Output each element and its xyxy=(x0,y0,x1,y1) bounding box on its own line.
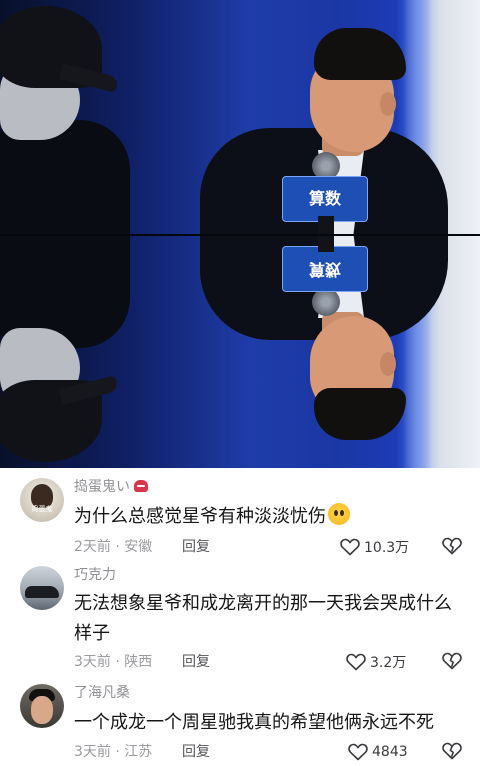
mic-flag-text: 算数 xyxy=(308,189,341,208)
avatar-caption: 捣蛋鬼 xyxy=(31,505,53,513)
dislike-heart-icon[interactable] xyxy=(442,742,462,760)
username[interactable]: 巧克力 xyxy=(74,566,116,584)
dislike-heart-icon[interactable] xyxy=(442,652,462,670)
like-count: 3.2万 xyxy=(370,655,407,671)
comment-time: 3天前 xyxy=(74,744,111,760)
like-button[interactable]: 10.3万 xyxy=(340,537,409,557)
comment-location: 安徽 xyxy=(124,539,153,555)
like-button[interactable]: 4843 xyxy=(348,742,408,762)
heart-icon xyxy=(346,653,366,671)
comment-location: 江苏 xyxy=(124,744,153,760)
reply-button[interactable]: 回复 xyxy=(182,743,210,761)
comment-meta: 3天前 · 陕西 xyxy=(74,654,153,670)
reply-button[interactable]: 回复 xyxy=(182,653,210,671)
comment-item: 巧克力 无法想象星爷和成龙离开的那一天我会哭成什么样子 3天前 · 陕西 回复 … xyxy=(0,558,480,678)
pleading-face-emoji-icon xyxy=(328,503,350,525)
comment-item: 了海凡桑 一个成龙一个周星驰我真的希望他俩永远不死 3天前 · 江苏 回复 48… xyxy=(0,678,480,766)
heart-icon xyxy=(348,743,368,761)
comment-text: 一个成龙一个周星驰我真的希望他俩永远不死 xyxy=(74,712,434,733)
car-avatar-image xyxy=(25,586,59,598)
comment-location: 陕西 xyxy=(124,654,153,670)
avatar[interactable] xyxy=(20,566,64,610)
comment-time: 3天前 xyxy=(74,654,111,670)
comment-time: 2天前 xyxy=(74,539,111,555)
comment-meta: 2天前 · 安徽 xyxy=(74,539,153,555)
avatar[interactable] xyxy=(20,684,64,728)
avatar[interactable]: 捣蛋鬼 xyxy=(20,478,64,522)
username-text: 了海凡桑 xyxy=(74,685,130,701)
video-frame-top: 算数 xyxy=(0,0,480,234)
comment-text: 无法想象星爷和成龙离开的那一天我会哭成什么样子 xyxy=(74,593,452,644)
comment-item: 捣蛋鬼 捣蛋鬼い 为什么总感觉星爷有种淡淡忧伤 2天前 · 安徽 回复 10.3… xyxy=(0,468,480,568)
like-button[interactable]: 3.2万 xyxy=(346,652,406,672)
microphone-icon xyxy=(312,288,340,316)
video-frame-bottom-flipped: 算数 xyxy=(0,236,480,468)
dislike-heart-icon[interactable] xyxy=(442,537,462,555)
comment-meta: 3天前 · 江苏 xyxy=(74,744,153,760)
username[interactable]: 了海凡桑 xyxy=(74,684,130,702)
like-count: 10.3万 xyxy=(364,540,410,556)
heart-icon xyxy=(340,538,360,556)
username-text: 捣蛋鬼い xyxy=(74,479,130,495)
username[interactable]: 捣蛋鬼い xyxy=(74,478,148,496)
reply-button[interactable]: 回复 xyxy=(182,538,210,556)
comment-text: 为什么总感觉星爷有种淡淡忧伤 xyxy=(74,502,466,532)
mic-flag-text: 算数 xyxy=(308,260,341,279)
mic-flag-logo: 算数 xyxy=(282,246,368,292)
comment-text-content: 为什么总感觉星爷有种淡淡忧伤 xyxy=(74,506,326,527)
like-count: 4843 xyxy=(372,744,408,760)
lips-badge-icon xyxy=(134,480,148,492)
video-player[interactable]: 算数 算数 xyxy=(0,0,480,468)
username-text: 巧克力 xyxy=(74,567,116,583)
